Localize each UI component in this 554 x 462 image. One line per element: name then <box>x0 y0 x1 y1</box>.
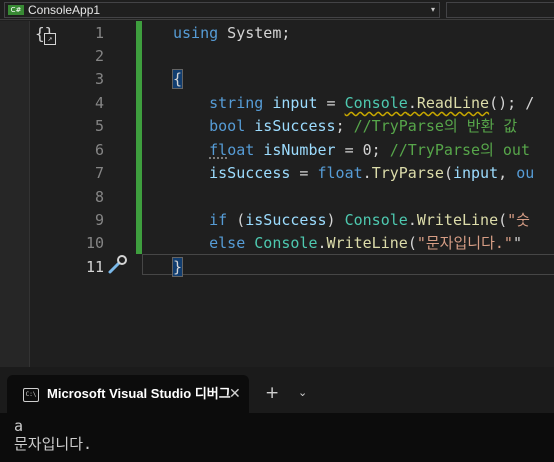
code-line[interactable]: float isNumber = 0; //TryParse의 out <box>173 140 530 160</box>
code-line[interactable]: else Console.WriteLine("문자입니다."" <box>173 233 522 253</box>
line-number: 9 <box>94 211 104 229</box>
project-name: ConsoleApp1 <box>28 3 101 17</box>
code-line[interactable]: } <box>171 257 184 277</box>
line-number: 7 <box>94 164 104 182</box>
terminal-tab-bar: C:\ Microsoft Visual Studio 디버그 ✕ + ⌄ <box>0 367 554 413</box>
code-line[interactable]: isSuccess = float.TryParse(input, ou <box>173 163 534 183</box>
code-line[interactable]: using System; <box>173 23 290 43</box>
chevron-down-icon[interactable]: ⌄ <box>298 384 307 402</box>
console-icon: C:\ <box>23 388 39 402</box>
chevron-down-icon: ▾ <box>430 5 435 14</box>
terminal-output-line: a <box>14 417 24 435</box>
line-number: 8 <box>94 188 104 206</box>
project-dropdown[interactable]: C# ConsoleApp1 ▾ <box>4 2 440 18</box>
line-number: 4 <box>94 94 104 112</box>
close-icon[interactable]: ✕ <box>229 385 241 403</box>
line-number: 3 <box>94 70 104 88</box>
screwdriver-wrench-icon[interactable] <box>106 255 130 275</box>
member-dropdown[interactable] <box>446 2 554 18</box>
line-number: 11 <box>85 258 104 276</box>
code-line[interactable]: { <box>171 69 184 89</box>
editor-margin <box>0 21 30 367</box>
project-navigation-bar: C# ConsoleApp1 ▾ <box>0 0 554 20</box>
line-number: 6 <box>94 141 104 159</box>
change-tracking-bar <box>136 21 142 254</box>
code-line[interactable]: string input = Console.ReadLine(); / <box>173 93 534 113</box>
quick-actions-icon[interactable]: {} ↗ <box>35 25 57 47</box>
line-number: 10 <box>85 234 104 252</box>
line-number: 1 <box>94 24 104 42</box>
code-line[interactable]: bool isSuccess; //TryParse의 반환 값 <box>173 116 517 136</box>
code-line[interactable]: if (isSuccess) Console.WriteLine("숫 <box>173 210 530 230</box>
code-editor[interactable]: {} ↗ 1 2 3 4 5 6 7 8 9 10 11 using Syste… <box>0 21 554 367</box>
new-tab-button[interactable]: + <box>265 384 279 402</box>
terminal-tab-title: Microsoft Visual Studio 디버그 <box>47 386 231 401</box>
line-number: 2 <box>94 47 104 65</box>
csharp-project-icon: C# <box>8 5 24 15</box>
current-line-highlight <box>142 254 554 275</box>
terminal-tab[interactable]: C:\ Microsoft Visual Studio 디버그 ✕ <box>7 375 249 413</box>
debug-console[interactable]: C:\ Microsoft Visual Studio 디버그 ✕ + ⌄ a … <box>0 367 554 462</box>
line-number: 5 <box>94 117 104 135</box>
terminal-output-line: 문자입니다. <box>14 435 93 453</box>
